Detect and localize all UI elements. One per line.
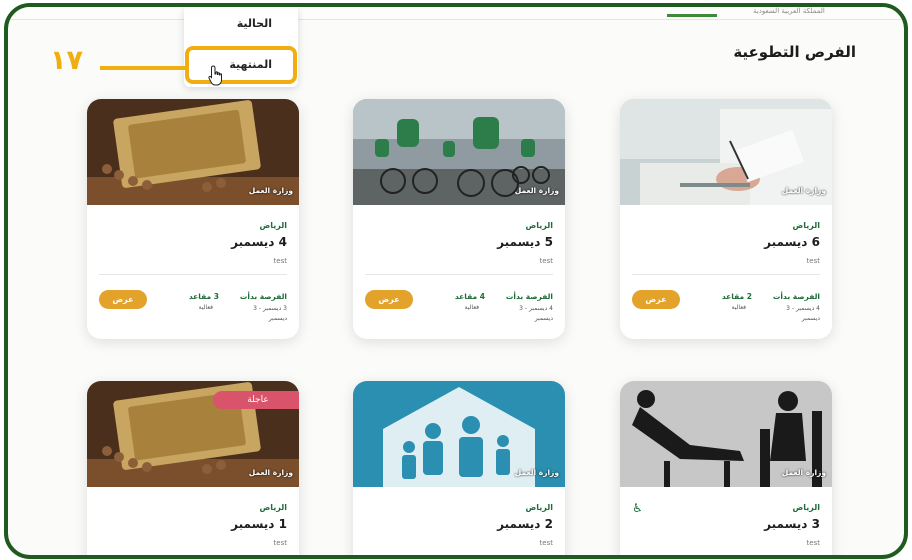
callout-number: ١٧: [50, 45, 83, 76]
ministry-tag: وزارة العمل: [514, 468, 559, 477]
card-seats: 3 مقاعد: [188, 292, 219, 301]
card-description: test: [539, 539, 553, 547]
card-divider: [99, 274, 287, 275]
card-description: test: [806, 539, 820, 547]
card-city: الرياض: [792, 221, 821, 230]
card-date: 4 ديسمبر: [231, 235, 287, 249]
logo-icon: [667, 8, 717, 17]
card-seats-type: فعالية: [198, 304, 213, 311]
card-period: 3 ديسمبر - 3 ديسمبر: [253, 305, 287, 322]
top-bar: المملكة العربية السعودية: [8, 7, 904, 20]
card-image: وزارة العمل: [87, 99, 299, 205]
opportunity-card[interactable]: وزارة العمل الرياض 6 ديسمبر test الفرصة …: [620, 99, 832, 339]
card-image: وزارة العمل: [353, 381, 565, 487]
card-period: 4 ديسمبر - 3 ديسمبر: [786, 305, 820, 322]
accessibility-icon: ♿: [632, 501, 643, 515]
hand-pointer-icon: [208, 65, 222, 86]
card-period: 4 ديسمبر - 3 ديسمبر: [519, 305, 553, 322]
opportunity-card[interactable]: وزارة العمل ♿ الرياض 3 ديسمبر test: [620, 381, 832, 555]
card-city: الرياض: [525, 221, 554, 230]
card-city: الرياض: [792, 503, 821, 512]
dropdown-item-current[interactable]: الحالية: [237, 17, 272, 30]
page-title: الفرص التطوعية: [733, 43, 856, 61]
card-description: test: [806, 257, 820, 265]
card-seats-type: فعالية: [731, 304, 746, 311]
screenshot-frame: المملكة العربية السعودية الفرص التطوعية …: [4, 3, 908, 559]
ministry-tag: وزارة العمل: [781, 468, 826, 477]
view-button[interactable]: عرض: [632, 290, 680, 309]
card-divider: [365, 274, 553, 275]
card-seats: 4 مقاعد: [454, 292, 485, 301]
view-button[interactable]: عرض: [99, 290, 147, 309]
card-status: الفرصة بدأت: [772, 292, 820, 301]
card-city: الرياض: [525, 503, 554, 512]
card-seats: 2 مقاعد: [721, 292, 752, 301]
card-image: وزارة العمل: [620, 99, 832, 205]
ministry-tag: وزارة العمل: [781, 186, 826, 195]
opportunity-card[interactable]: وزارة العمل الرياض 5 ديسمبر test الفرصة …: [353, 99, 565, 339]
card-date: 1 ديسمبر: [231, 517, 287, 531]
opportunity-card[interactable]: وزارة العمل الرياض 2 ديسمبر test: [353, 381, 565, 555]
card-date: 5 ديسمبر: [497, 235, 553, 249]
card-image: وزارة العمل: [353, 99, 565, 205]
card-divider: [632, 274, 820, 275]
card-date: 3 ديسمبر: [764, 517, 820, 531]
card-status: الفرصة بدأت: [239, 292, 287, 301]
highlight-box: [185, 46, 297, 84]
card-description: test: [273, 539, 287, 547]
ministry-tag: وزارة العمل: [514, 186, 559, 195]
ministry-tag: وزارة العمل: [248, 186, 293, 195]
card-status: الفرصة بدأت: [505, 292, 553, 301]
urgent-badge: عاجلة: [213, 391, 299, 409]
card-description: test: [273, 257, 287, 265]
card-city: الرياض: [259, 503, 288, 512]
callout-line: [100, 66, 186, 70]
ministry-text: المملكة العربية السعودية: [753, 7, 825, 15]
ministry-tag: وزارة العمل: [248, 468, 293, 477]
card-seats-type: فعالية: [464, 304, 479, 311]
card-image: عاجلة وزارة العمل: [87, 381, 299, 487]
card-date: 2 ديسمبر: [497, 517, 553, 531]
card-image: وزارة العمل: [620, 381, 832, 487]
opportunity-card[interactable]: عاجلة وزارة العمل الرياض 1 ديسمبر test: [87, 381, 299, 555]
opportunity-card[interactable]: وزارة العمل الرياض 4 ديسمبر test الفرصة …: [87, 99, 299, 339]
card-date: 6 ديسمبر: [764, 235, 820, 249]
view-button[interactable]: عرض: [365, 290, 413, 309]
card-description: test: [539, 257, 553, 265]
card-city: الرياض: [259, 221, 288, 230]
